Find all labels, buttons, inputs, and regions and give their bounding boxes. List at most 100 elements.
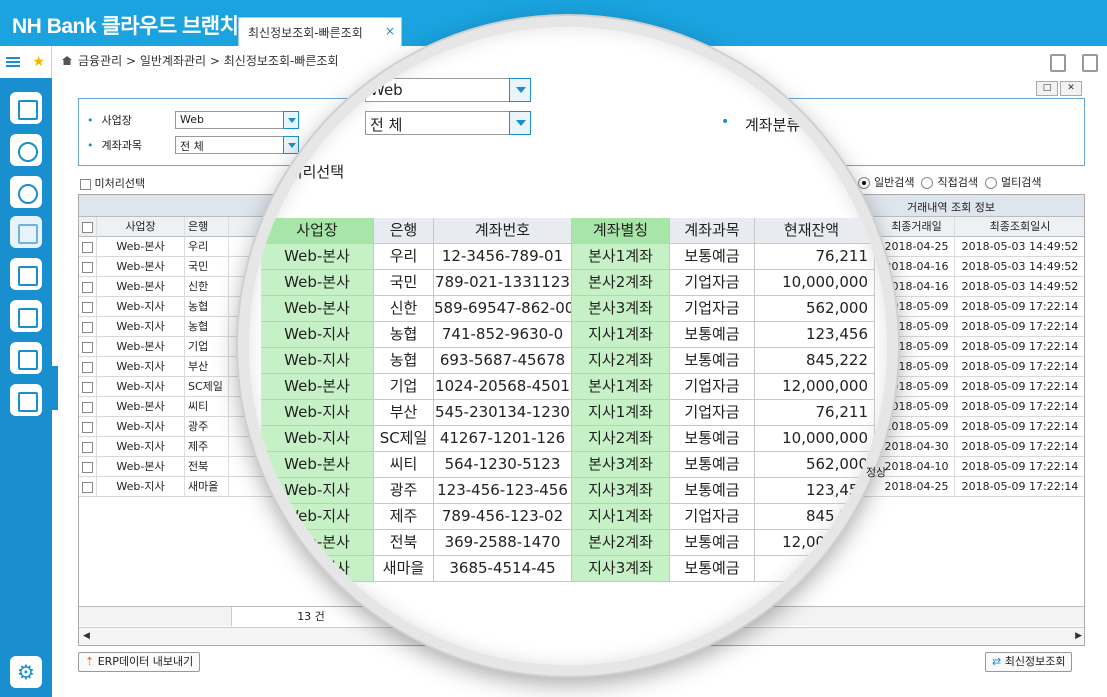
cell-biz: Web-본사 — [97, 397, 185, 417]
gear-icon[interactable]: ⚙ — [10, 656, 42, 688]
cell-last-query: 2018-05-03 14:49:52 — [955, 257, 1084, 277]
sidebar-item-account-icon[interactable] — [10, 216, 42, 248]
row-checkbox[interactable] — [79, 257, 97, 277]
sidebar-item-card-icon[interactable] — [10, 300, 42, 332]
magnified-cell-account: 741-852-9630-0 — [434, 322, 572, 348]
row-checkbox[interactable] — [79, 457, 97, 477]
refresh-button[interactable]: ⇄ 최신정보조회 — [985, 652, 1073, 672]
sidebar-item-exchange-icon[interactable] — [10, 176, 42, 208]
magnified-cell-subject: 기업자금 — [670, 504, 755, 530]
magnified-cell-bank: 제주 — [374, 504, 434, 530]
magnified-cell-alias: 지사2계좌 — [572, 426, 670, 452]
sidebar-item-transfer-icon[interactable] — [10, 134, 42, 166]
magnified-cell-bank: 씨티 — [374, 452, 434, 478]
cell-biz: Web-지사 — [97, 317, 185, 337]
magnified-cell-alias: 지사3계좌 — [572, 556, 670, 582]
magnified-cell-biz: Web-지사 — [261, 400, 374, 426]
cell-last-query: 2018-05-09 17:22:14 — [955, 337, 1084, 357]
row-checkbox[interactable] — [79, 437, 97, 457]
cell-biz: Web-본사 — [97, 337, 185, 357]
cell-biz: Web-본사 — [97, 277, 185, 297]
cell-biz: Web-지사 — [97, 357, 185, 377]
chevron-down-icon[interactable] — [509, 78, 531, 102]
home-icon[interactable] — [62, 56, 72, 65]
radio-multi-search[interactable]: 멀티검색 — [984, 176, 1041, 189]
cell-bank: 광주 — [185, 417, 229, 437]
menu-icon[interactable] — [6, 57, 21, 67]
magnified-cell-balance: 562,000 — [755, 452, 875, 478]
sidebar-collapse-handle[interactable] — [52, 366, 58, 410]
magnified-col-biz[interactable]: 사업장 — [261, 218, 374, 244]
star-icon[interactable]: ★ — [32, 54, 45, 70]
magnified-cell-bank: 전북 — [374, 530, 434, 556]
magnified-cell-alias: 지사2계좌 — [572, 348, 670, 374]
magnified-cell-account: 564-1230-5123 — [434, 452, 572, 478]
row-checkbox[interactable] — [79, 357, 97, 377]
cell-bank: 새마을 — [185, 477, 229, 497]
row-checkbox[interactable] — [79, 317, 97, 337]
radio-direct-search[interactable]: 직접검색 — [921, 176, 978, 189]
magnified-acct-kind-label: 계좌분류 — [745, 116, 801, 134]
magnified-cell-biz: Web-본사 — [261, 270, 374, 296]
row-checkbox[interactable] — [79, 397, 97, 417]
magnified-cell-alias: 본사1계좌 — [572, 244, 670, 270]
magnified-cell-balance: 123,456 — [755, 478, 875, 504]
sidebar-item-book-icon[interactable] — [10, 384, 42, 416]
magnified-cell-account: 1024-20568-4501 — [434, 374, 572, 400]
close-window-icon[interactable]: ✕ — [1060, 81, 1082, 96]
magnified-cell-alias: 본사2계좌 — [572, 270, 670, 296]
chevron-down-icon[interactable] — [509, 111, 531, 135]
sidebar-item-folder-add-icon[interactable] — [10, 342, 42, 374]
sidebar-item-ledger-icon[interactable] — [10, 92, 42, 124]
cell-last-query: 2018-05-09 17:22:14 — [955, 417, 1084, 437]
magnified-cell-biz: Web-지사 — [261, 504, 374, 530]
cell-last-query: 2018-05-09 17:22:14 — [955, 437, 1084, 457]
restore-icon[interactable]: □ — [1036, 81, 1058, 96]
magnified-cell-balance: 76,211 — [755, 556, 875, 582]
magnified-cell-biz: Web-지사 — [261, 426, 374, 452]
cell-last-query: 2018-05-03 14:49:52 — [955, 237, 1084, 257]
unprocessed-checkbox[interactable]: 미처리선택 — [80, 175, 145, 191]
row-checkbox[interactable] — [79, 237, 97, 257]
magnified-cell-account: 41267-1201-126 — [434, 426, 572, 452]
magnified-cell-bank: 국민 — [374, 270, 434, 296]
sidebar-item-clipboard-icon[interactable] — [10, 258, 42, 290]
col-last-tx[interactable]: 최종거래일 — [879, 217, 955, 237]
magnified-cell-alias: 본사3계좌 — [572, 452, 670, 478]
row-checkbox[interactable] — [79, 417, 97, 437]
magnified-cell-subject: 보통예금 — [670, 244, 755, 270]
magnified-cell-subject: 보통예금 — [670, 322, 755, 348]
row-checkbox[interactable] — [79, 297, 97, 317]
export-icon[interactable] — [1082, 54, 1098, 72]
magnified-col-alias[interactable]: 계좌별칭 — [572, 218, 670, 244]
cell-biz: Web-지사 — [97, 477, 185, 497]
print-icon[interactable] — [1050, 54, 1066, 72]
row-checkbox[interactable] — [79, 277, 97, 297]
magnified-col-account[interactable]: 계좌번호 — [434, 218, 572, 244]
row-checkbox[interactable] — [79, 377, 97, 397]
col-last-query[interactable]: 최종조회일시 — [955, 217, 1084, 237]
magnified-cell-bank: 기업 — [374, 374, 434, 400]
magnified-col-bank[interactable]: 은행 — [374, 218, 434, 244]
select-all-checkbox[interactable] — [79, 217, 97, 237]
cell-bank: 제주 — [185, 437, 229, 457]
upload-icon: ⇡ — [85, 655, 95, 668]
magnified-cell-alias: 지사1계좌 — [572, 400, 670, 426]
magnified-cell-alias: 본사2계좌 — [572, 530, 670, 556]
erp-export-button[interactable]: ⇡ ERP데이터 내보내기 — [78, 652, 201, 672]
acct-label: 계좌과목 — [87, 137, 142, 153]
magnified-cell-bank: SC제일 — [374, 426, 434, 452]
col-bank[interactable]: 은행 — [185, 217, 229, 237]
magnified-acct-select[interactable]: 전 체 — [365, 111, 531, 135]
cell-biz: Web-본사 — [97, 457, 185, 477]
magnified-cell-alias: 지사1계좌 — [572, 322, 670, 348]
magnified-col-subject[interactable]: 계좌과목 — [670, 218, 755, 244]
magnified-cell-subject: 보통예금 — [670, 478, 755, 504]
col-biz[interactable]: 사업장 — [97, 217, 185, 237]
magnified-cell-biz: Web-본사 — [261, 296, 374, 322]
row-checkbox[interactable] — [79, 477, 97, 497]
row-checkbox[interactable] — [79, 337, 97, 357]
magnified-view: Web 전 체 • 계좌분류 미처리선택 사업장 은행 계좌번호 계좌별칭 계좌… — [249, 27, 887, 665]
magnified-biz-select[interactable]: Web — [365, 78, 531, 102]
magnified-col-balance[interactable]: 현재잔액 — [755, 218, 875, 244]
